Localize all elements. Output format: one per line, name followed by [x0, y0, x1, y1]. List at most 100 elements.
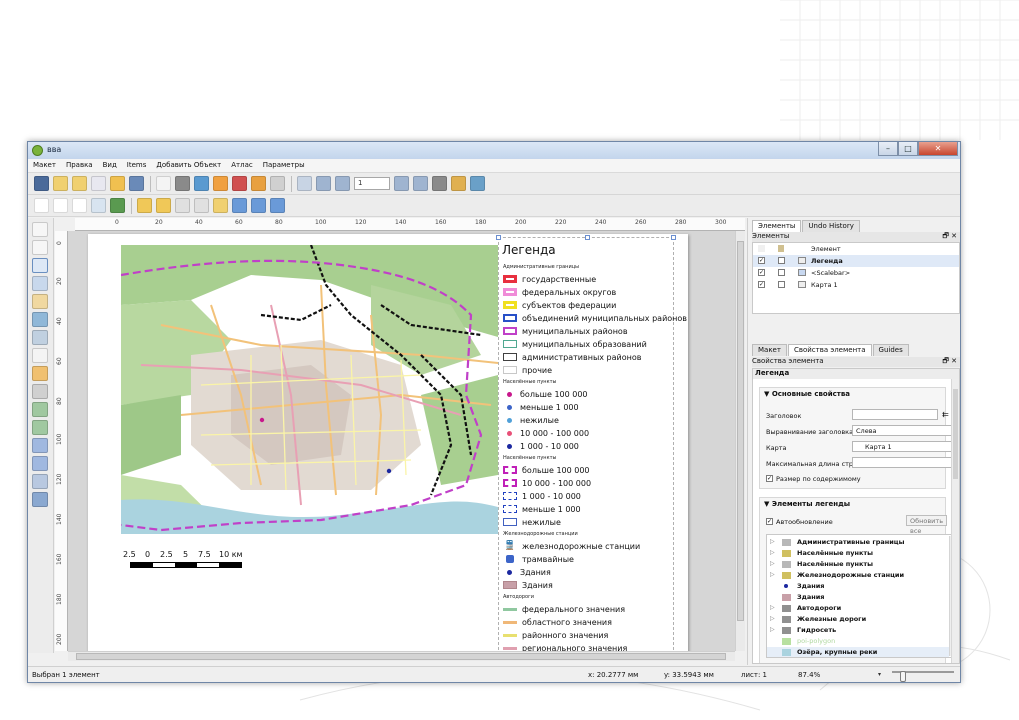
- maximize-button[interactable]: □: [898, 142, 918, 156]
- legend-item[interactable]: Легенда Административные границы государс…: [496, 235, 687, 651]
- update-all-button[interactable]: Обновить все: [906, 515, 948, 535]
- text-format-icon[interactable]: ⇇: [942, 410, 949, 419]
- distribute-icon[interactable]: [251, 198, 266, 213]
- legend-tree-item[interactable]: ▷ Автодороги: [767, 603, 949, 614]
- selection-handle[interactable]: [496, 235, 501, 240]
- tab-undo-history[interactable]: Undo History: [802, 220, 860, 232]
- menu-items[interactable]: Items: [122, 159, 152, 172]
- legend-tree-item[interactable]: ▷ Железнодорожные станции: [767, 570, 949, 581]
- move-content-icon[interactable]: [32, 276, 48, 291]
- legend-tree-item[interactable]: ▷ Населённые пункты: [767, 559, 949, 570]
- items-row[interactable]: ✓ Карта 1: [753, 279, 959, 291]
- legend-tree-item[interactable]: poi-polygon: [767, 636, 949, 647]
- map-item[interactable]: [121, 245, 498, 534]
- map-select[interactable]: Карта 1: [852, 441, 959, 452]
- redo-icon[interactable]: [270, 176, 285, 191]
- last-feature-icon[interactable]: [413, 176, 428, 191]
- fit-to-content-checkbox[interactable]: ✓: [766, 475, 773, 482]
- minimize-button[interactable]: –: [878, 142, 898, 156]
- legend-tree-item[interactable]: Озёра, крупные реки: [767, 647, 949, 657]
- select-move-icon[interactable]: [32, 258, 48, 273]
- title-alignment-select[interactable]: Слева: [852, 425, 959, 436]
- lock-checkbox[interactable]: [778, 257, 785, 264]
- tab-layout[interactable]: Макет: [752, 344, 787, 356]
- legend-tree-item[interactable]: ▷ Гидросеть: [767, 625, 949, 636]
- export-pdf-icon[interactable]: [232, 176, 247, 191]
- expand-arrow-icon[interactable]: ▷: [770, 571, 775, 578]
- title-input[interactable]: [852, 409, 938, 420]
- lock-checkbox[interactable]: [778, 269, 785, 276]
- main-properties-header[interactable]: ▼ Основные свойства: [764, 390, 850, 398]
- max-line-length-input[interactable]: [852, 457, 959, 468]
- add-label-icon[interactable]: [32, 348, 48, 363]
- legend-tree-item[interactable]: ▷ Административные границы: [767, 537, 949, 548]
- group-items-icon[interactable]: [137, 198, 152, 213]
- zoom-tool-icon[interactable]: [32, 240, 48, 255]
- legend-tree-item[interactable]: Здания: [767, 592, 949, 603]
- visibility-checkbox[interactable]: ✓: [758, 257, 765, 264]
- selection-handle[interactable]: [671, 235, 676, 240]
- legend-tree-item[interactable]: Здания: [767, 581, 949, 592]
- atlas-settings-icon[interactable]: [470, 176, 485, 191]
- open-template-icon[interactable]: [110, 176, 125, 191]
- legend-items-header[interactable]: ▼ Элементы легенды: [764, 500, 850, 508]
- dock-float-close-icon[interactable]: 🗗 ✕: [942, 357, 957, 368]
- zoom-in-icon[interactable]: [34, 198, 49, 213]
- menu-layout[interactable]: Макет: [28, 159, 61, 172]
- expand-arrow-icon[interactable]: ▷: [770, 626, 775, 633]
- lock-checkbox[interactable]: [778, 281, 785, 288]
- duplicate-layout-icon[interactable]: [72, 176, 87, 191]
- add-arrow-icon[interactable]: [32, 420, 48, 435]
- legend-tree-item[interactable]: ▷ Населённые пункты: [767, 548, 949, 559]
- layout-canvas[interactable]: 2.5 0 2.5 5 7.5 10 км Легенда Администра…: [68, 231, 735, 651]
- items-row[interactable]: ✓ Легенда: [753, 255, 959, 267]
- page-setup-icon[interactable]: [156, 176, 171, 191]
- add-attribute-table-icon[interactable]: [32, 492, 48, 507]
- print-icon[interactable]: [175, 176, 190, 191]
- atlas-preview-icon[interactable]: [297, 176, 312, 191]
- export-svg-icon[interactable]: [213, 176, 228, 191]
- export-image-icon[interactable]: [194, 176, 209, 191]
- new-layout-icon[interactable]: [53, 176, 68, 191]
- previous-feature-icon[interactable]: [335, 176, 350, 191]
- expand-arrow-icon[interactable]: ▷: [770, 615, 775, 622]
- items-row[interactable]: ✓ <Scalebar>: [753, 267, 959, 279]
- expand-arrow-icon[interactable]: ▷: [770, 538, 775, 545]
- zoom-slider-handle[interactable]: [900, 671, 906, 682]
- add-legend-icon[interactable]: [32, 366, 48, 381]
- zoom-out-icon[interactable]: [53, 198, 68, 213]
- undo-icon[interactable]: [251, 176, 266, 191]
- pan-icon[interactable]: [32, 222, 48, 237]
- menu-settings[interactable]: Параметры: [258, 159, 310, 172]
- menu-view[interactable]: Вид: [98, 159, 122, 172]
- properties-scrollbar[interactable]: [951, 379, 959, 663]
- scalebar[interactable]: 2.5 0 2.5 5 7.5 10 км: [123, 550, 293, 568]
- add-html-icon[interactable]: [32, 474, 48, 489]
- align-left-icon[interactable]: [232, 198, 247, 213]
- lock-items-icon[interactable]: [175, 198, 190, 213]
- visibility-checkbox[interactable]: ✓: [758, 281, 765, 288]
- unlock-items-icon[interactable]: [194, 198, 209, 213]
- menu-atlas[interactable]: Атлас: [226, 159, 257, 172]
- visibility-checkbox[interactable]: ✓: [758, 269, 765, 276]
- canvas-vertical-scrollbar[interactable]: [735, 231, 745, 651]
- raise-items-icon[interactable]: [213, 198, 228, 213]
- edit-nodes-icon[interactable]: [32, 294, 48, 309]
- save-icon[interactable]: [34, 176, 49, 191]
- auto-update-checkbox[interactable]: ✓: [766, 518, 773, 525]
- tab-item-properties[interactable]: Свойства элемента: [787, 344, 872, 356]
- zoom-full-icon[interactable]: [91, 198, 106, 213]
- legend-tree-item[interactable]: ▷ Железные дороги: [767, 614, 949, 625]
- first-feature-icon[interactable]: [316, 176, 331, 191]
- zoom-100-icon[interactable]: [72, 198, 87, 213]
- add-polygon-icon[interactable]: [32, 438, 48, 453]
- zoom-dropdown-icon[interactable]: ▾: [878, 671, 890, 680]
- menu-edit[interactable]: Правка: [61, 159, 98, 172]
- add-map-icon[interactable]: [32, 312, 48, 327]
- tab-items[interactable]: Элементы: [752, 220, 802, 232]
- add-polyline-icon[interactable]: [32, 456, 48, 471]
- print-atlas-icon[interactable]: [432, 176, 447, 191]
- layout-manager-icon[interactable]: [91, 176, 106, 191]
- export-atlas-icon[interactable]: [451, 176, 466, 191]
- add-scalebar-icon[interactable]: [32, 384, 48, 399]
